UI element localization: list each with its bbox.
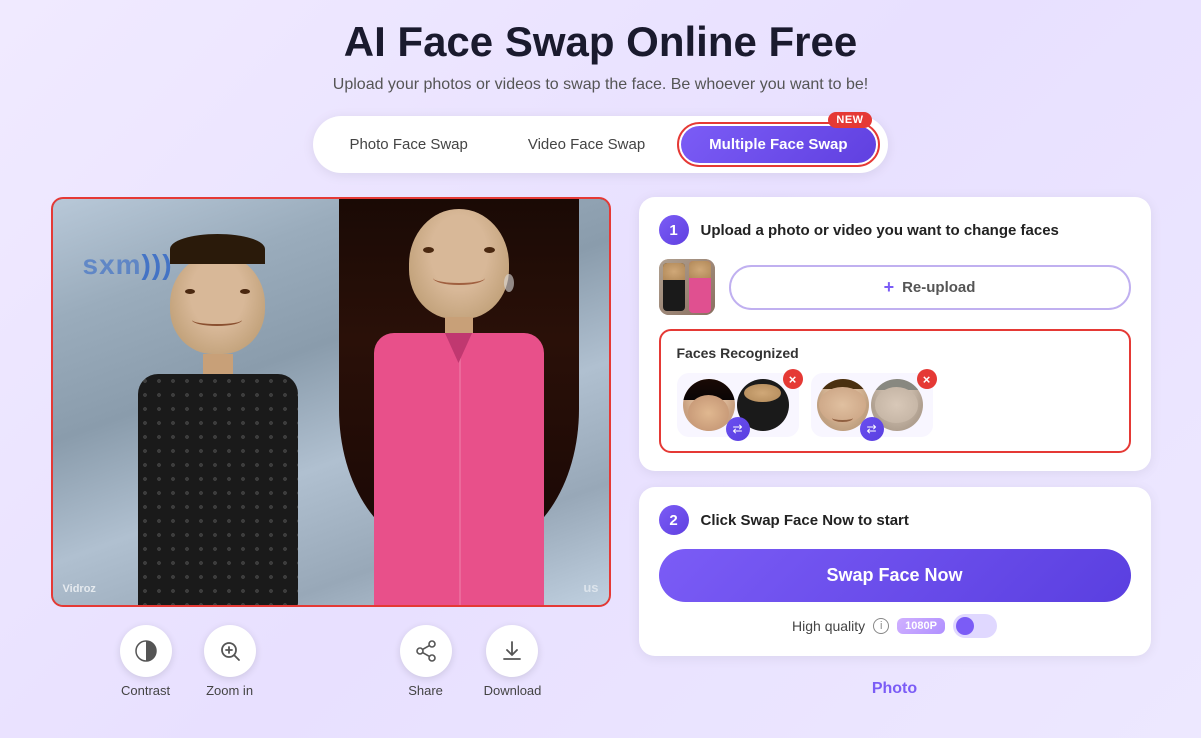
upload-row: + Re-upload bbox=[659, 259, 1131, 315]
person-male bbox=[108, 224, 328, 605]
tab-multiple-wrapper: NEW Multiple Face Swap bbox=[677, 122, 879, 167]
main-image-wrapper: sxm))) p⚬⚬⚬⚬ra bbox=[51, 197, 611, 607]
swap-face-now-button[interactable]: Swap Face Now bbox=[659, 549, 1131, 602]
page-wrapper: AI Face Swap Online Free Upload your pho… bbox=[0, 0, 1201, 738]
step2-title: Click Swap Face Now to start bbox=[701, 512, 909, 529]
main-content: sxm))) p⚬⚬⚬⚬ra bbox=[31, 197, 1171, 698]
step2-card: 2 Click Swap Face Now to start Swap Face… bbox=[639, 487, 1151, 656]
toolbar: Contrast Zoom in bbox=[120, 625, 542, 698]
zoom-in-icon bbox=[218, 639, 242, 663]
step2-number: 2 bbox=[659, 505, 689, 535]
zoom-in-label: Zoom in bbox=[206, 683, 253, 698]
faces-title: Faces Recognized bbox=[677, 345, 1113, 361]
contrast-icon bbox=[134, 639, 158, 663]
left-panel: sxm))) p⚬⚬⚬⚬ra bbox=[51, 197, 611, 698]
zoom-in-icon-circle bbox=[204, 625, 256, 677]
source-tag: us bbox=[583, 580, 598, 595]
remove-face-pair-1-button[interactable]: × bbox=[783, 369, 803, 389]
quality-label: High quality bbox=[792, 618, 865, 634]
reupload-plus-icon: + bbox=[884, 277, 895, 298]
step2-header: 2 Click Swap Face Now to start bbox=[659, 505, 1131, 535]
quality-toggle[interactable] bbox=[953, 614, 997, 638]
uploaded-thumbnail bbox=[659, 259, 715, 315]
new-badge: NEW bbox=[828, 112, 871, 128]
tab-bar: Photo Face Swap Video Face Swap NEW Mult… bbox=[313, 116, 887, 173]
watermark-text: Vidroz bbox=[63, 583, 96, 595]
step1-card: 1 Upload a photo or video you want to ch… bbox=[639, 197, 1151, 471]
photo-background: sxm))) p⚬⚬⚬⚬ra bbox=[53, 199, 609, 605]
swap-icon-1[interactable]: ⇄ bbox=[726, 417, 750, 441]
contrast-icon-circle bbox=[120, 625, 172, 677]
faces-row: × ⇄ bbox=[677, 373, 1113, 437]
quality-row: High quality i 1080P bbox=[659, 614, 1131, 638]
download-label: Download bbox=[484, 683, 542, 698]
reupload-label: Re-upload bbox=[902, 279, 975, 296]
step1-header: 1 Upload a photo or video you want to ch… bbox=[659, 215, 1131, 245]
toolbar-download[interactable]: Download bbox=[484, 625, 542, 698]
contrast-label: Contrast bbox=[121, 683, 170, 698]
toolbar-contrast[interactable]: Contrast bbox=[120, 625, 172, 698]
tab-photo-face-swap[interactable]: Photo Face Swap bbox=[321, 126, 495, 163]
share-icon-circle bbox=[400, 625, 452, 677]
download-icon-circle bbox=[486, 625, 538, 677]
face-pair-1: × ⇄ bbox=[677, 373, 799, 437]
reupload-button[interactable]: + Re-upload bbox=[729, 265, 1131, 310]
swap-icon-2[interactable]: ⇄ bbox=[860, 417, 884, 441]
photo-label: Photo bbox=[639, 680, 1151, 698]
toolbar-zoom-in[interactable]: Zoom in bbox=[204, 625, 256, 698]
share-label: Share bbox=[408, 683, 443, 698]
tab-multiple-face-swap[interactable]: Multiple Face Swap bbox=[681, 126, 875, 163]
tab-video-face-swap[interactable]: Video Face Swap bbox=[500, 126, 673, 163]
page-subtitle: Upload your photos or videos to swap the… bbox=[333, 76, 868, 94]
step1-title: Upload a photo or video you want to chan… bbox=[701, 222, 1059, 239]
person-female bbox=[339, 199, 579, 605]
faces-recognized-card: Faces Recognized × ⇄ bbox=[659, 329, 1131, 453]
download-icon bbox=[500, 639, 524, 663]
page-title: AI Face Swap Online Free bbox=[344, 18, 858, 66]
toolbar-share[interactable]: Share bbox=[400, 625, 452, 698]
right-panel: 1 Upload a photo or video you want to ch… bbox=[639, 197, 1151, 698]
remove-face-pair-2-button[interactable]: × bbox=[917, 369, 937, 389]
step1-number: 1 bbox=[659, 215, 689, 245]
share-icon bbox=[414, 639, 438, 663]
face-pair-2: × ⇄ bbox=[811, 373, 933, 437]
quality-info-icon[interactable]: i bbox=[873, 618, 889, 634]
quality-badge: 1080P bbox=[897, 618, 945, 634]
